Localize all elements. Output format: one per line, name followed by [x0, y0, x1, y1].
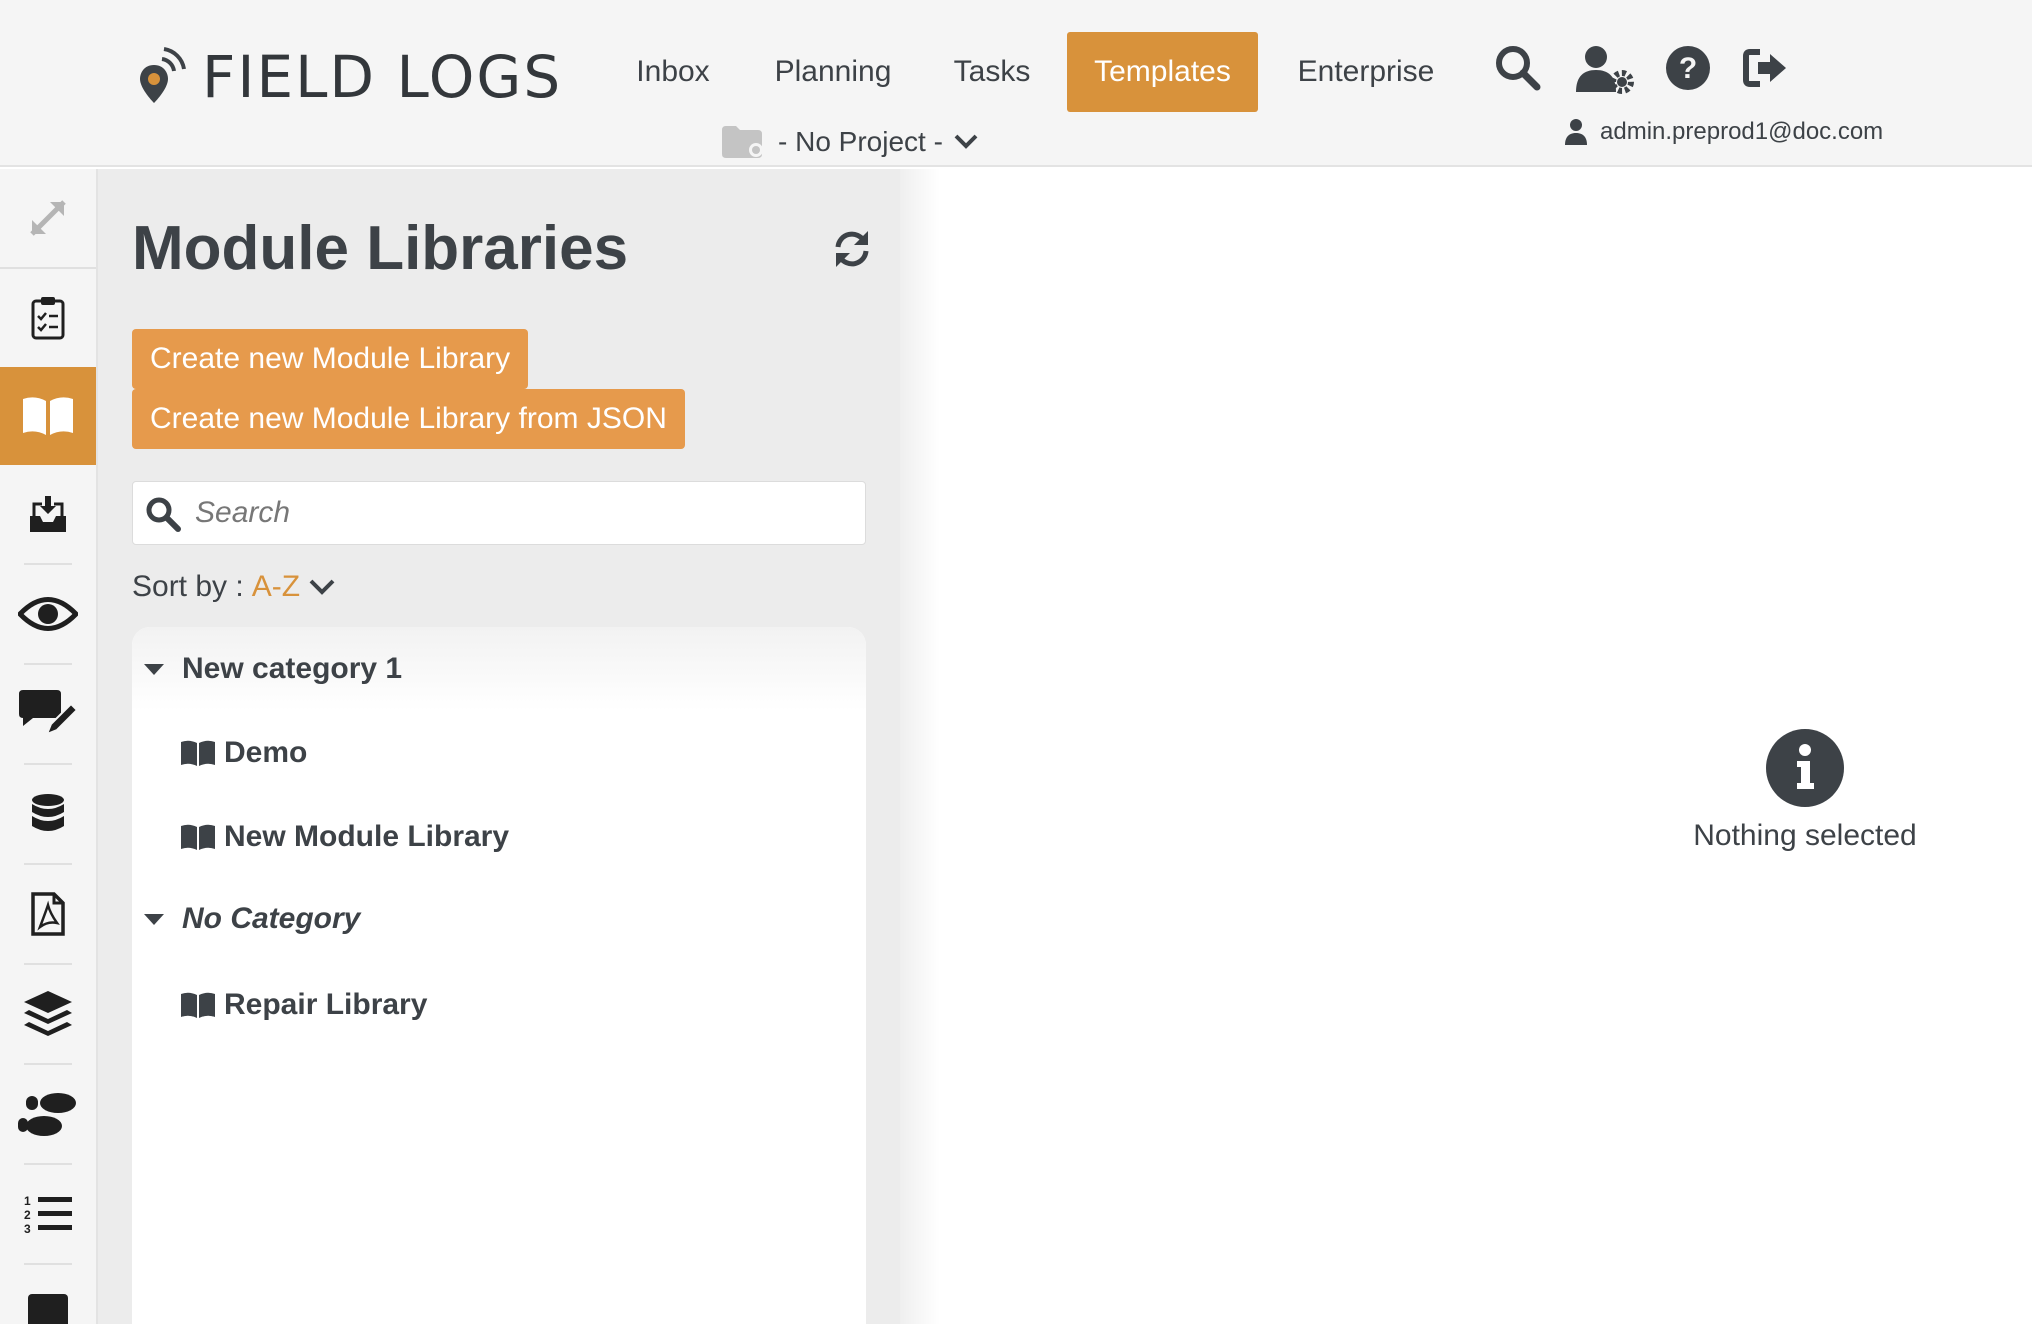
expand-icon[interactable]: [0, 169, 96, 267]
chevron-down-icon: [953, 132, 979, 152]
search-icon[interactable]: [1494, 44, 1542, 92]
empty-state-text: Nothing selected: [1693, 819, 1916, 853]
category-label: New category 1: [182, 652, 402, 686]
footsteps-icon[interactable]: [0, 1065, 96, 1163]
empty-state: Nothing selected: [1680, 729, 1930, 853]
logo-text: FIELD LOGS: [202, 43, 562, 111]
logout-icon[interactable]: [1742, 44, 1790, 92]
svg-text:?: ?: [1679, 52, 1697, 85]
svg-text:3: 3: [24, 1222, 31, 1235]
caret-down-icon[interactable]: [144, 912, 164, 926]
panel-title: Module Libraries: [132, 213, 628, 284]
library-name: Demo: [224, 736, 307, 770]
project-label: - No Project -: [778, 126, 943, 158]
book-icon[interactable]: [0, 367, 96, 465]
user-settings-icon[interactable]: [1576, 44, 1636, 92]
category-row[interactable]: New category 1: [132, 627, 866, 711]
library-item[interactable]: Demo: [180, 723, 307, 783]
category-label: No Category: [182, 902, 360, 936]
user-email: admin.preprod1@doc.com: [1600, 118, 1883, 146]
detail-area: Nothing selected: [900, 169, 2032, 1324]
info-icon: [1766, 729, 1844, 807]
user-icon: [1564, 118, 1588, 146]
help-icon[interactable]: ?: [1664, 44, 1712, 92]
nav-enterprise[interactable]: Enterprise: [1284, 32, 1448, 112]
layers-icon[interactable]: [0, 965, 96, 1063]
category-row[interactable]: No Category: [132, 877, 866, 961]
top-header: FIELD LOGS Inbox Planning Tasks Template…: [0, 0, 2032, 167]
svg-text:1: 1: [24, 1194, 31, 1208]
nav-inbox[interactable]: Inbox: [618, 32, 728, 112]
library-name: Repair Library: [224, 988, 427, 1022]
eye-icon[interactable]: [0, 565, 96, 663]
logo[interactable]: FIELD LOGS: [140, 44, 562, 110]
book-icon: [180, 823, 216, 851]
pdf-file-icon[interactable]: [0, 865, 96, 963]
square-icon[interactable]: [0, 1265, 96, 1324]
nav-tasks[interactable]: Tasks: [940, 32, 1044, 112]
library-item[interactable]: New Module Library: [180, 807, 509, 867]
user-info: admin.preprod1@doc.com: [1564, 114, 1883, 150]
database-icon[interactable]: [0, 765, 96, 863]
folder-settings-icon: [722, 126, 766, 158]
search-box: [132, 481, 866, 545]
project-selector[interactable]: - No Project -: [722, 122, 979, 162]
sort-control: Sort by : A-Z: [132, 565, 336, 609]
chevron-down-icon[interactable]: [308, 577, 336, 597]
library-item[interactable]: Repair Library: [180, 975, 427, 1035]
svg-text:2: 2: [24, 1208, 31, 1222]
search-icon: [145, 496, 181, 532]
numbered-list-icon[interactable]: 123: [0, 1165, 96, 1263]
nav-planning[interactable]: Planning: [758, 32, 908, 112]
inbox-download-icon[interactable]: [0, 465, 96, 563]
create-module-library-json-button[interactable]: Create new Module Library from JSON: [132, 389, 685, 449]
checklist-icon[interactable]: [0, 269, 96, 367]
book-icon: [180, 991, 216, 1019]
library-list: New category 1 Demo New Module Library N…: [132, 627, 866, 1324]
book-icon: [180, 739, 216, 767]
library-name: New Module Library: [224, 820, 509, 854]
sort-value[interactable]: A-Z: [252, 570, 300, 604]
module-libraries-panel: Module Libraries Create new Module Libra…: [98, 169, 900, 1324]
logo-pin-icon: [140, 47, 188, 107]
nav-templates[interactable]: Templates: [1067, 32, 1258, 112]
refresh-icon[interactable]: [832, 229, 872, 269]
sort-label: Sort by :: [132, 570, 244, 604]
search-input[interactable]: [195, 482, 855, 544]
left-rail: 123: [0, 169, 98, 1324]
caret-down-icon[interactable]: [144, 662, 164, 676]
create-module-library-button[interactable]: Create new Module Library: [132, 329, 528, 389]
comment-edit-icon[interactable]: [0, 665, 96, 763]
